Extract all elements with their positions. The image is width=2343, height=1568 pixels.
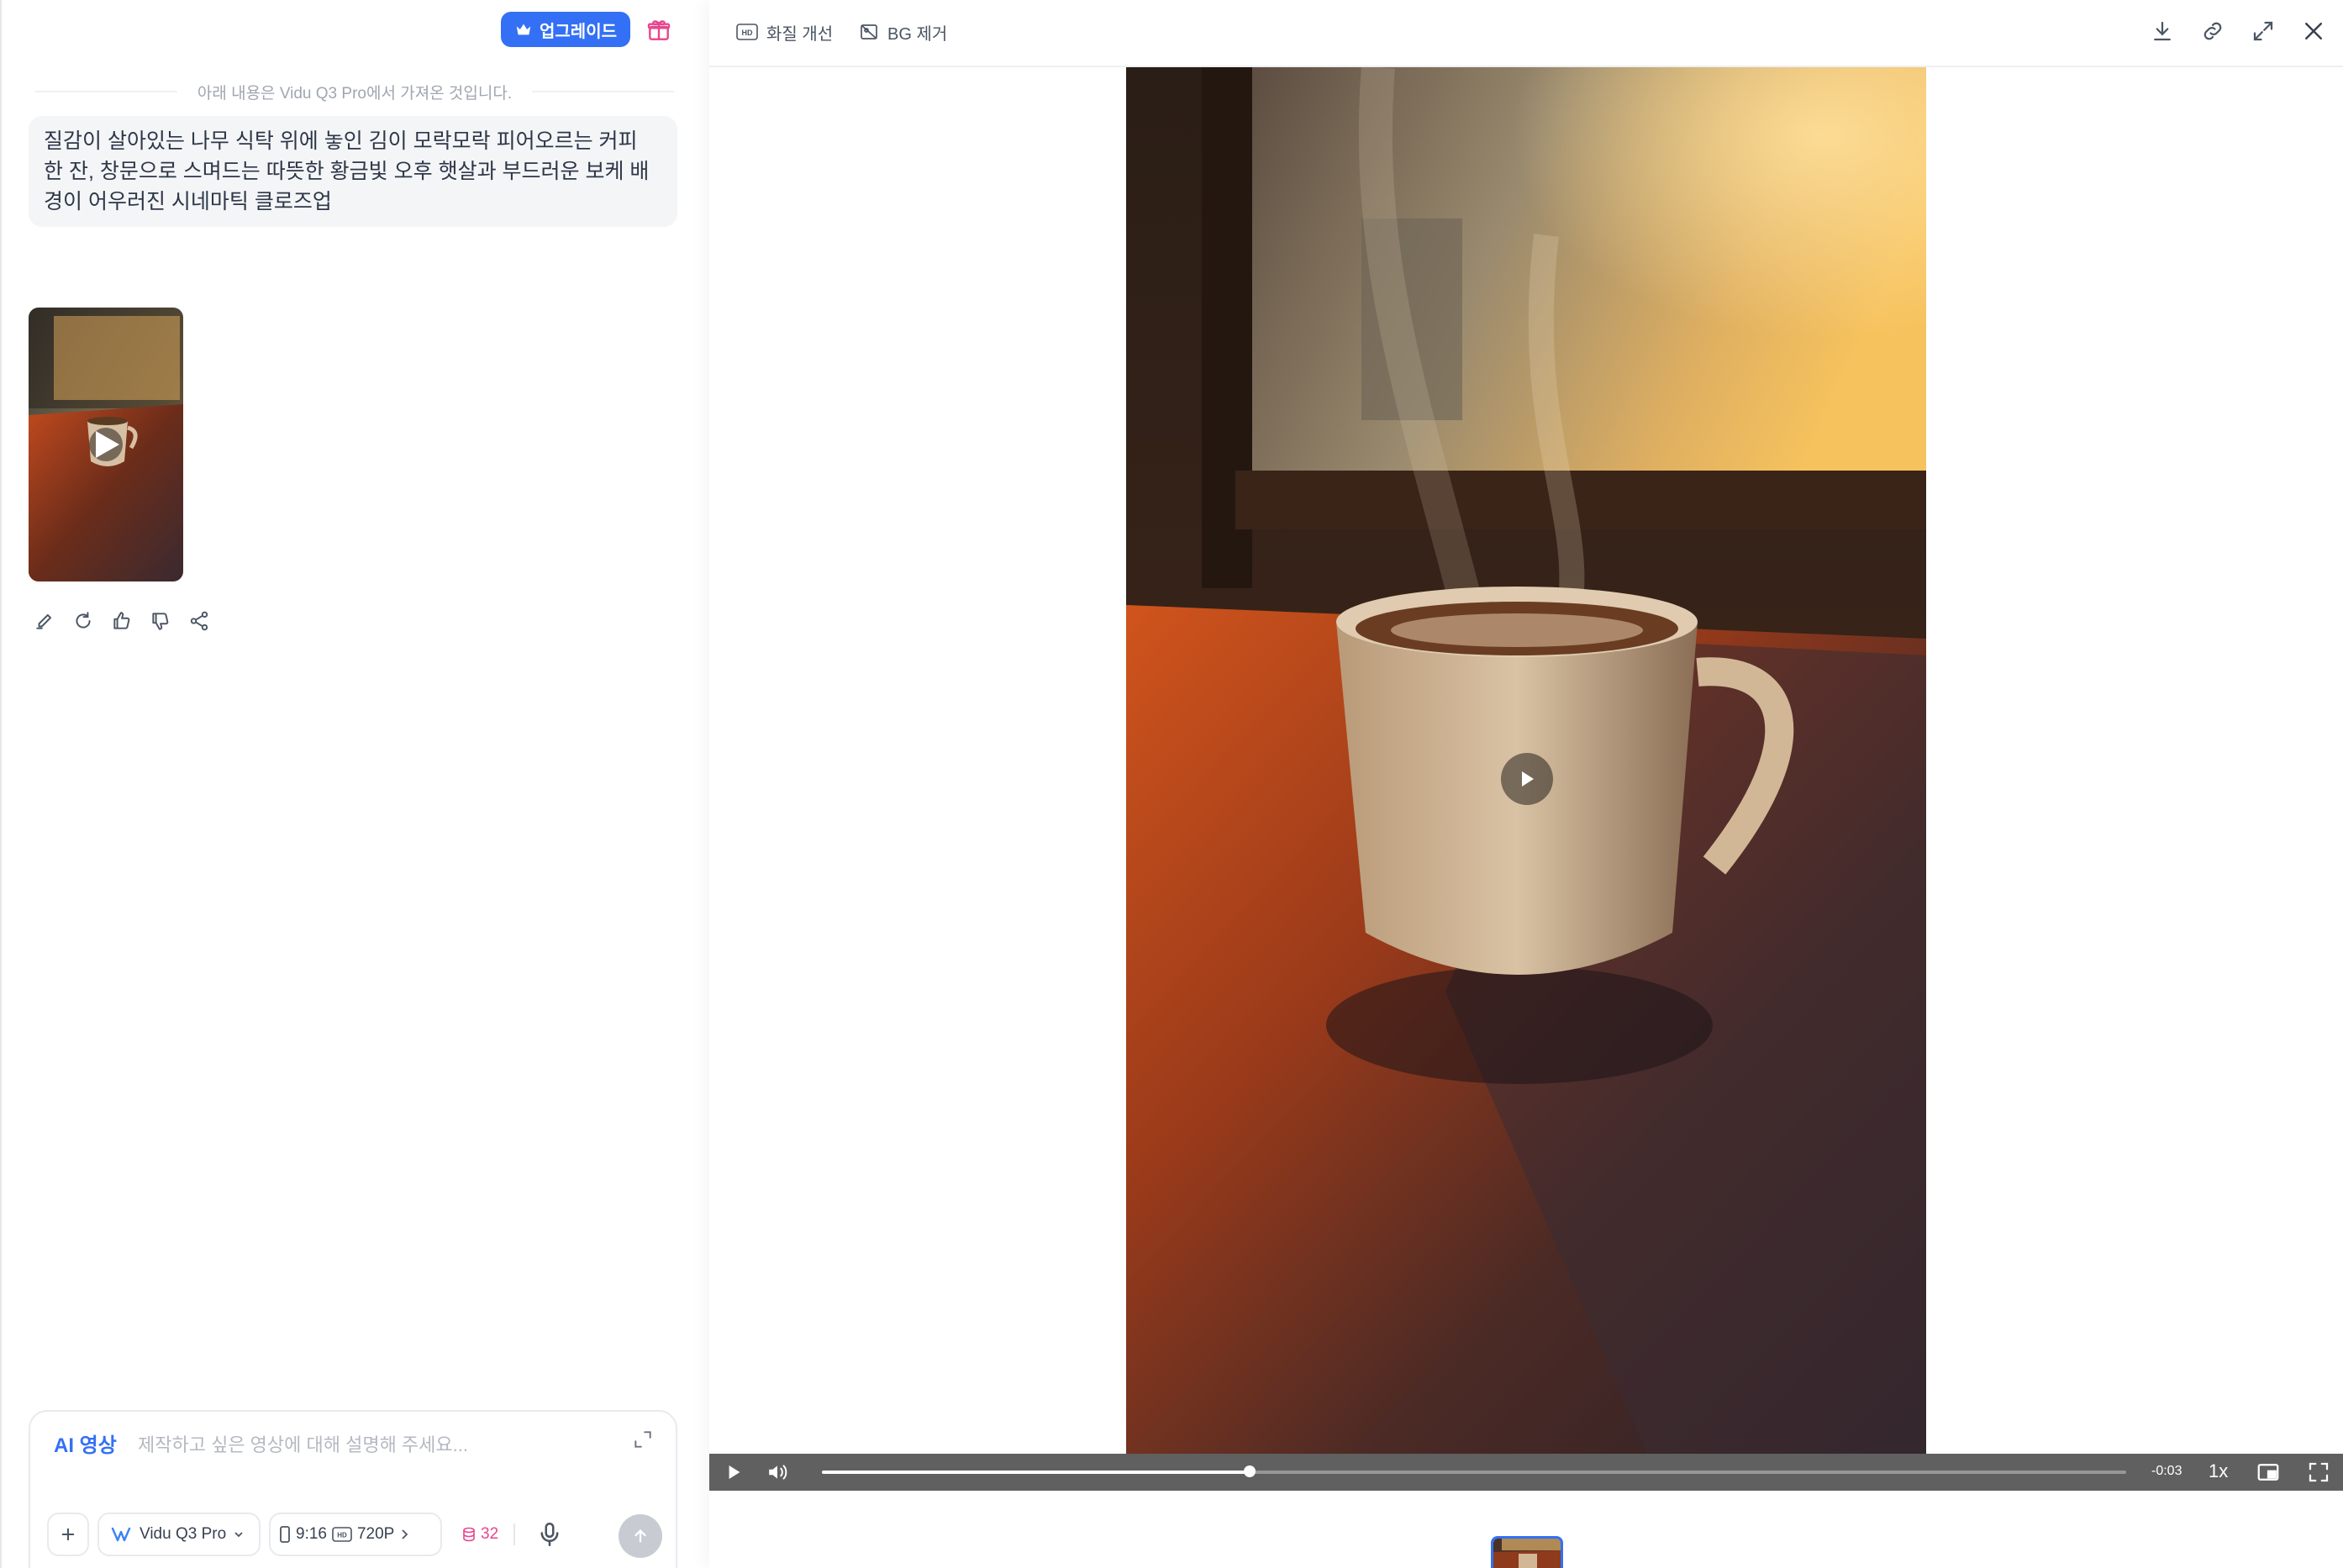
regenerate-icon[interactable]: [72, 610, 94, 632]
prompt-message: 질감이 살아있는 나무 식탁 위에 놓인 김이 모락모락 피어오르는 커피 한 …: [29, 116, 677, 227]
mode-label[interactable]: AI 영상: [54, 1429, 117, 1458]
filmstrip-thumbnail[interactable]: [1491, 1536, 1563, 1568]
prompt-input[interactable]: 제작하고 싶은 영상에 대해 설명해 주세요...: [138, 1430, 468, 1457]
microphone-icon[interactable]: [535, 1520, 564, 1549]
model-selector[interactable]: Vidu Q3 Pro: [97, 1513, 261, 1556]
picture-in-picture-icon[interactable]: [2256, 1460, 2281, 1489]
divider-line: [35, 91, 177, 92]
thumbs-down-icon[interactable]: [150, 610, 171, 632]
video-stage: [709, 67, 2343, 1454]
resolution-label: 720P: [356, 1525, 395, 1543]
add-attachment-button[interactable]: [47, 1513, 89, 1556]
seek-bar-progress: [822, 1471, 1250, 1474]
upgrade-label: 업그레이드: [540, 22, 617, 41]
arrow-up-icon: [634, 1529, 646, 1543]
video-result-thumbnail[interactable]: [29, 308, 183, 581]
video-params-selector[interactable]: 9:16 HD 720P: [269, 1513, 442, 1556]
edit-icon[interactable]: [34, 610, 55, 632]
credit-coin-icon: [463, 1527, 475, 1542]
link-icon[interactable]: [2200, 18, 2225, 44]
enhance-quality-button[interactable]: HD 화질 개선: [736, 18, 833, 45]
remove-background-label: BG 제거: [887, 24, 948, 44]
chat-panel: 업그레이드 아래 내용은 Vidu Q3 Pro에서 가져온 것입니다. 질감이…: [0, 0, 708, 1568]
share-icon[interactable]: [188, 610, 210, 632]
download-icon[interactable]: [2150, 18, 2175, 44]
toolbar-divider: [513, 1523, 516, 1545]
video-controls: -0:03 1x: [709, 1454, 2343, 1491]
viewer-actions: [2150, 18, 2326, 44]
viewer-toolbar: HD 화질 개선 BG 제거: [709, 0, 2343, 67]
video-viewer-panel: HD 화질 개선 BG 제거 -0:03 1x: [709, 0, 2343, 1568]
message-actions: [34, 610, 210, 632]
credits-value: 32: [481, 1525, 499, 1543]
vidu-logo-icon: [111, 1527, 131, 1542]
playback-speed-button[interactable]: 1x: [2209, 1460, 2228, 1482]
enhance-quality-label: 화질 개선: [766, 24, 834, 44]
source-note: 아래 내용은 Vidu Q3 Pro에서 가져온 것입니다.: [35, 79, 674, 104]
hd-icon: HD: [332, 1527, 352, 1542]
send-button[interactable]: [619, 1514, 662, 1558]
upgrade-button[interactable]: 업그레이드: [501, 12, 630, 47]
hd-icon: HD: [736, 24, 758, 40]
close-icon[interactable]: [2301, 18, 2326, 44]
source-note-text: 아래 내용은 Vidu Q3 Pro에서 가져온 것입니다.: [197, 84, 513, 103]
thumbnail-play-icon[interactable]: [89, 428, 123, 461]
seek-handle[interactable]: [1244, 1465, 1256, 1477]
crown-icon: [516, 24, 531, 35]
gift-icon[interactable]: [645, 17, 672, 44]
prompt-composer: AI 영상 제작하고 싶은 영상에 대해 설명해 주세요... Vidu Q3 …: [29, 1410, 677, 1568]
expand-input-icon[interactable]: [632, 1429, 654, 1450]
filmstrip-image: [1493, 1539, 1561, 1568]
remove-bg-icon: [861, 24, 877, 39]
portrait-ratio-icon: [280, 1526, 290, 1543]
play-icon[interactable]: [709, 1454, 760, 1491]
fullscreen-icon[interactable]: [2306, 1460, 2331, 1489]
chevron-right-icon: [402, 1529, 408, 1539]
seek-bar[interactable]: [822, 1465, 2126, 1477]
chevron-down-icon: [234, 1532, 243, 1538]
volume-icon[interactable]: [753, 1454, 803, 1491]
video-play-overlay-icon[interactable]: [1501, 753, 1553, 805]
aspect-ratio-label: 9:16: [296, 1525, 327, 1543]
divider-line: [532, 91, 674, 92]
filmstrip: [709, 1491, 2343, 1568]
composer-toolbar: Vidu Q3 Pro 9:16 HD 720P 32: [47, 1513, 564, 1556]
thumbs-up-icon[interactable]: [111, 610, 133, 632]
svg-text:HD: HD: [742, 29, 753, 37]
svg-text:HD: HD: [337, 1532, 347, 1539]
time-remaining: -0:03: [2151, 1464, 2182, 1478]
remove-background-button[interactable]: BG 제거: [859, 18, 947, 45]
model-label: Vidu Q3 Pro: [140, 1525, 227, 1543]
credits-cost: 32: [462, 1525, 498, 1544]
plus-icon: [62, 1529, 74, 1540]
expand-icon[interactable]: [2251, 18, 2276, 44]
